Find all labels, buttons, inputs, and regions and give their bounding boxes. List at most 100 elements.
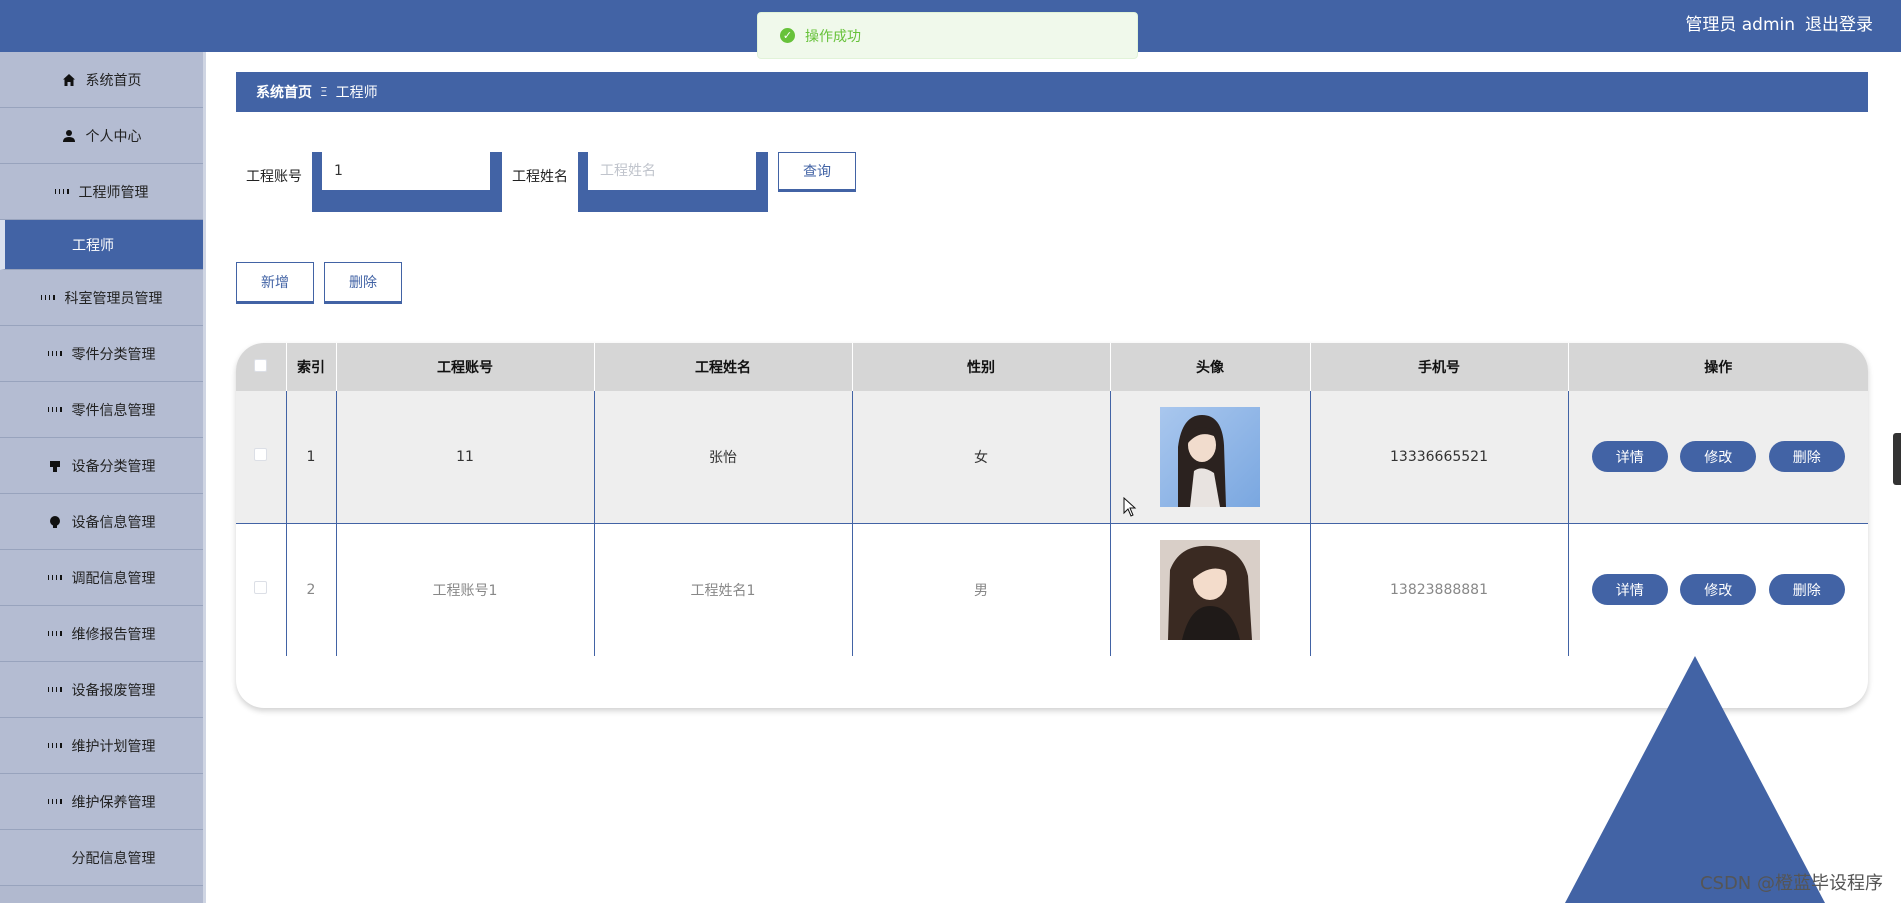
table-header: 索引 工程账号 工程姓名 性别 头像 手机号 操作: [236, 343, 1868, 391]
cell-name: 工程姓名1: [594, 523, 853, 656]
grid-icon: [47, 683, 62, 697]
sidebar-item-profile[interactable]: 个人中心: [0, 108, 203, 164]
user-icon: [62, 129, 76, 143]
check-circle-icon: ✓: [780, 28, 795, 43]
grid-icon: [47, 403, 62, 417]
cell-phone: 13823888881: [1310, 523, 1569, 656]
breadcrumb-current: 工程师: [335, 85, 378, 101]
sidebar-item-repair-report[interactable]: 维修报告管理: [0, 606, 203, 662]
sidebar-item-label: 维修报告管理: [71, 626, 156, 643]
batch-delete-button[interactable]: 删除: [324, 262, 402, 304]
grid-icon: [47, 795, 62, 809]
sidebar-item-device-info[interactable]: 设备信息管理: [0, 494, 203, 550]
column-header: 手机号: [1310, 343, 1569, 391]
cell-avatar: [1110, 391, 1311, 524]
grid-icon: [47, 627, 62, 641]
name-field-wrap: [578, 152, 768, 212]
sidebar-item-allocation[interactable]: 调配信息管理: [0, 550, 203, 606]
delete-button[interactable]: 删除: [1768, 574, 1845, 606]
breadcrumb-home[interactable]: 系统首页: [256, 82, 312, 102]
cell-operations: 详情 修改 删除: [1568, 523, 1868, 656]
cell-gender: 男: [852, 523, 1111, 656]
cell-phone: 13336665521: [1310, 391, 1569, 524]
column-header: 操作: [1568, 343, 1868, 391]
edit-button[interactable]: 修改: [1680, 574, 1757, 606]
sidebar-item-label: 维护计划管理: [71, 738, 156, 755]
cell-name: 张怡: [594, 391, 853, 524]
engineer-table: 索引 工程账号 工程姓名 性别 头像 手机号 操作 1 11 张怡 女 1333…: [236, 343, 1868, 708]
sidebar-item-maintenance-plan[interactable]: 维护计划管理: [0, 718, 203, 774]
sidebar-item-label: 零件分类管理: [71, 346, 156, 363]
user-label: 管理员 admin: [1685, 15, 1795, 35]
row-select-cell: [236, 523, 287, 656]
watermark: CSDN @橙蓝毕设程序: [1699, 873, 1883, 894]
account-label: 工程账号: [246, 169, 302, 185]
cell-operations: 详情 修改 删除: [1568, 391, 1868, 524]
sidebar-item-label: 零件信息管理: [71, 402, 156, 419]
sidebar-item-label: 设备报废管理: [71, 682, 156, 699]
sidebar: 系统首页 个人中心 工程师管理 工程师 科室管理员管理 零件分类管理 零件信息管…: [0, 52, 206, 903]
grid-icon: [47, 347, 62, 361]
cell-index: 1: [286, 391, 337, 524]
sidebar-item-label: 个人中心: [85, 128, 142, 145]
breadcrumb: 系统首页 Ξ 工程师: [236, 72, 1868, 112]
sidebar-item-device-category[interactable]: 设备分类管理: [0, 438, 203, 494]
sidebar-item-device-scrap[interactable]: 设备报废管理: [0, 662, 203, 718]
grid-icon: [54, 185, 69, 199]
sidebar-item-label: 工程师: [72, 237, 114, 254]
row-checkbox[interactable]: [254, 581, 268, 595]
delete-button[interactable]: 删除: [1768, 441, 1845, 473]
row-checkbox[interactable]: [254, 448, 268, 462]
sidebar-item-part-info[interactable]: 零件信息管理: [0, 382, 203, 438]
column-header: 工程账号: [336, 343, 595, 391]
cell-avatar: [1110, 523, 1311, 656]
grid-icon: [47, 571, 62, 585]
stamp-icon: [48, 459, 62, 473]
success-toast: ✓ 操作成功: [757, 12, 1138, 59]
sidebar-item-dept-admin[interactable]: 科室管理员管理: [0, 270, 203, 326]
grid-icon: [40, 291, 55, 305]
detail-button[interactable]: 详情: [1591, 574, 1668, 606]
grid-icon: [47, 739, 62, 753]
sidebar-item-label: 设备信息管理: [71, 514, 156, 531]
column-header: 头像: [1110, 343, 1311, 391]
select-all-checkbox[interactable]: [254, 358, 268, 372]
cell-account: 11: [336, 391, 595, 524]
sidebar-item-label: 科室管理员管理: [64, 290, 163, 307]
sidebar-item-label: 分配信息管理: [71, 850, 156, 867]
account-field-wrap: [312, 152, 502, 212]
sidebar-item-part-category[interactable]: 零件分类管理: [0, 326, 203, 382]
sidebar-item-engineer[interactable]: 工程师: [0, 220, 203, 270]
cell-account: 工程账号1: [336, 523, 595, 656]
cell-index: 2: [286, 523, 337, 656]
sidebar-item-label: 调配信息管理: [71, 570, 156, 587]
column-header: 工程姓名: [594, 343, 853, 391]
home-icon: [62, 73, 76, 87]
add-button[interactable]: 新增: [236, 262, 314, 304]
sidebar-item-label: 设备分类管理: [71, 458, 156, 475]
query-button[interactable]: 查询: [778, 152, 856, 192]
scroll-handle[interactable]: [1893, 433, 1901, 485]
sidebar-item-home[interactable]: 系统首页: [0, 52, 203, 108]
account-input[interactable]: [322, 152, 490, 190]
sidebar-item-label: 维护保养管理: [71, 794, 156, 811]
sidebar-item-label: 系统首页: [85, 72, 142, 89]
logout-link[interactable]: 退出登录: [1805, 10, 1873, 35]
name-input[interactable]: [588, 152, 756, 190]
detail-button[interactable]: 详情: [1591, 441, 1668, 473]
search-form: 工程账号 工程姓名 查询: [246, 152, 856, 212]
action-toolbar: 新增 删除: [236, 262, 402, 304]
row-select-cell: [236, 391, 287, 524]
table-row: 1 11 张怡 女 13336665521 详情 修改 删除: [236, 391, 1868, 524]
cell-gender: 女: [852, 391, 1111, 524]
sidebar-item-maintenance[interactable]: 维护保养管理: [0, 774, 203, 830]
avatar: [1160, 406, 1260, 507]
bulb-icon: [48, 515, 62, 529]
column-header: 索引: [286, 343, 337, 391]
edit-button[interactable]: 修改: [1680, 441, 1757, 473]
mouse-cursor-icon: [1123, 497, 1137, 517]
sidebar-item-engineer-mgmt[interactable]: 工程师管理: [0, 164, 203, 220]
apps-icon: [48, 851, 62, 865]
sidebar-item-assignment[interactable]: 分配信息管理: [0, 830, 203, 886]
table-row: 2 工程账号1 工程姓名1 男 13823888881 详情 修改 删除: [236, 523, 1868, 656]
